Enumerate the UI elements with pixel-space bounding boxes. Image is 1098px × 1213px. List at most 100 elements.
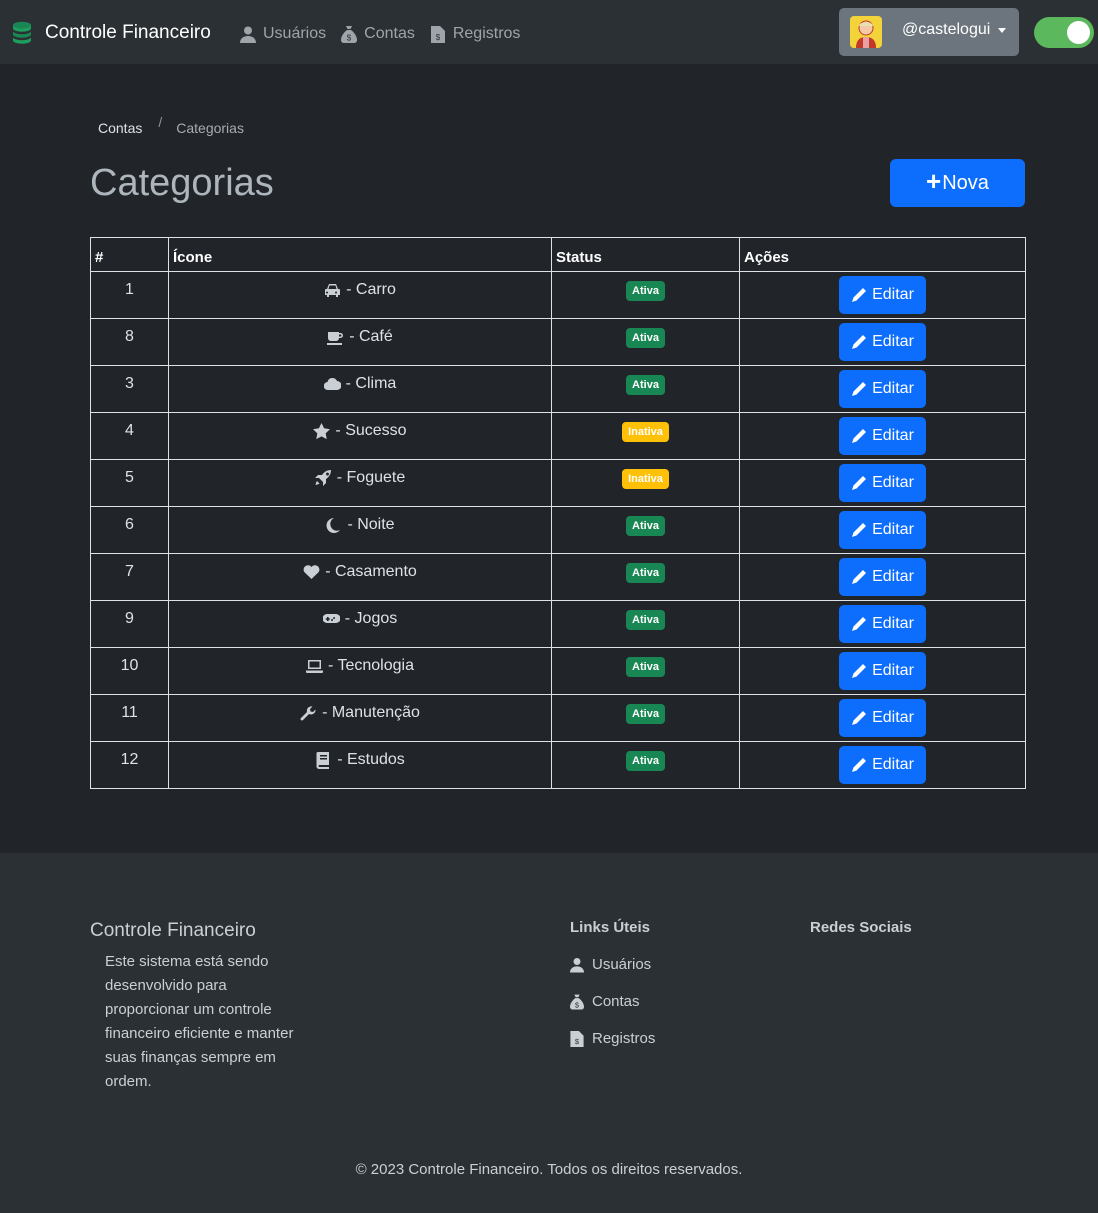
category-label: - Clima	[323, 375, 396, 393]
table-row: 4 - Sucesso Inativa Editar	[90, 412, 1026, 460]
nav-link-registros[interactable]: $ Registros	[430, 25, 520, 43]
edit-button[interactable]: Editar	[839, 323, 926, 361]
actions-cell: Editar	[739, 553, 1026, 601]
table-row: 10 - Tecnologia Ativa Editar	[90, 647, 1026, 695]
pencil-icon	[852, 288, 867, 302]
category-cell: - Foguete	[168, 459, 552, 507]
edit-button-label: Editar	[872, 709, 914, 726]
category-label: - Café	[327, 328, 393, 346]
status-badge: Inativa	[622, 469, 669, 489]
status-cell: Ativa	[551, 553, 740, 601]
brand[interactable]: Controle Financeiro	[10, 20, 211, 46]
table-row: 12 - Estudos Ativa Editar	[90, 741, 1026, 789]
nav-link-label: Usuários	[263, 25, 327, 42]
footer-link-label: Contas	[592, 993, 640, 1010]
pencil-icon	[852, 617, 867, 631]
nav-link-label: Contas	[364, 25, 415, 42]
breadcrumb-separator: /	[158, 114, 163, 130]
pencil-icon	[852, 523, 867, 537]
pencil-icon	[852, 382, 867, 396]
footer-link-contas[interactable]: $ Contas	[570, 993, 655, 1010]
pencil-icon	[852, 570, 867, 584]
user-dropdown-button[interactable]: @castelogui	[839, 8, 1019, 56]
edit-button[interactable]: Editar	[839, 370, 926, 408]
footer-link-usuarios[interactable]: Usuários	[570, 956, 655, 973]
footer-about: Controle Financeiro Este sistema está se…	[90, 920, 320, 1094]
laptop-icon	[306, 659, 323, 673]
footer-social: Redes Sociais	[810, 919, 912, 936]
status-cell: Ativa	[551, 647, 740, 695]
edit-button-label: Editar	[872, 474, 914, 491]
category-cell: - Clima	[168, 365, 552, 413]
edit-button[interactable]: Editar	[839, 464, 926, 502]
table-row: 3 - Clima Ativa Editar	[90, 365, 1026, 413]
actions-cell: Editar	[739, 318, 1026, 366]
row-id: 6	[90, 506, 169, 554]
status-badge: Ativa	[626, 751, 665, 771]
new-category-button[interactable]: + Nova	[890, 159, 1025, 207]
edit-button[interactable]: Editar	[839, 605, 926, 643]
gamepad-icon	[322, 613, 340, 623]
table-row: 11 - Manutenção Ativa Editar	[90, 694, 1026, 742]
row-id: 5	[90, 459, 169, 507]
nav-link-contas[interactable]: $ Contas	[341, 25, 415, 43]
categories-table: # Ícone Status Ações 1 - Carro Ativa Editar…	[90, 237, 1026, 789]
wrench-icon	[300, 705, 316, 720]
edit-button[interactable]: Editar	[839, 699, 926, 737]
heart-icon	[303, 564, 320, 579]
breadcrumb-link-contas[interactable]: Contas	[98, 120, 142, 136]
actions-cell: Editar	[739, 694, 1026, 742]
nav-link-usuarios[interactable]: Usuários	[240, 25, 326, 43]
footer-links-title: Links Úteis	[570, 919, 651, 936]
category-label: - Estudos	[315, 751, 405, 769]
edit-button[interactable]: Editar	[839, 511, 926, 549]
footer-link-registros[interactable]: $ Registros	[570, 1030, 655, 1047]
status-badge: Inativa	[622, 422, 669, 442]
theme-toggle[interactable]	[1034, 17, 1094, 48]
edit-button[interactable]: Editar	[839, 652, 926, 690]
coins-stack-icon	[13, 21, 31, 44]
toggle-knob	[1067, 21, 1090, 44]
category-name: - Café	[349, 328, 393, 345]
pencil-icon	[852, 758, 867, 772]
edit-button-label: Editar	[872, 333, 914, 350]
breadcrumb: Contas / Categorias	[98, 114, 244, 136]
status-badge: Ativa	[626, 516, 665, 536]
pencil-icon	[852, 476, 867, 490]
status-badge: Ativa	[626, 375, 665, 395]
actions-cell: Editar	[739, 506, 1026, 554]
footer-link-label: Usuários	[592, 956, 652, 973]
navbar: Controle Financeiro Usuários $ Contas $ …	[0, 0, 1098, 64]
category-label: - Sucesso	[313, 422, 407, 440]
row-id: 8	[90, 318, 169, 366]
actions-cell: Editar	[739, 741, 1026, 789]
category-name: - Estudos	[337, 751, 405, 768]
category-name: - Carro	[346, 281, 396, 298]
category-name: - Sucesso	[335, 422, 407, 439]
edit-button[interactable]: Editar	[839, 746, 926, 784]
column-header-status: Status	[551, 237, 740, 272]
category-label: - Casamento	[303, 563, 417, 581]
edit-button[interactable]: Editar	[839, 417, 926, 455]
category-label: - Tecnologia	[306, 657, 414, 675]
category-label: - Manutenção	[300, 704, 420, 722]
row-id: 3	[90, 365, 169, 413]
row-id: 1	[90, 271, 169, 319]
edit-button-label: Editar	[872, 521, 914, 538]
avatar	[850, 16, 882, 48]
status-cell: Ativa	[551, 741, 740, 789]
footer-links: Links Úteis Usuários $ Contas $ Registro…	[570, 919, 655, 1047]
status-cell: Ativa	[551, 506, 740, 554]
edit-button[interactable]: Editar	[839, 558, 926, 596]
pencil-icon	[852, 664, 867, 678]
coffee-icon	[327, 331, 344, 345]
status-badge: Ativa	[626, 563, 665, 583]
cloud-icon	[323, 377, 341, 390]
table-row: 9 - Jogos Ativa Editar	[90, 600, 1026, 648]
edit-button[interactable]: Editar	[839, 276, 926, 314]
edit-button-label: Editar	[872, 756, 914, 773]
status-badge: Ativa	[626, 657, 665, 677]
status-cell: Ativa	[551, 600, 740, 648]
actions-cell: Editar	[739, 600, 1026, 648]
status-cell: Inativa	[551, 412, 740, 460]
